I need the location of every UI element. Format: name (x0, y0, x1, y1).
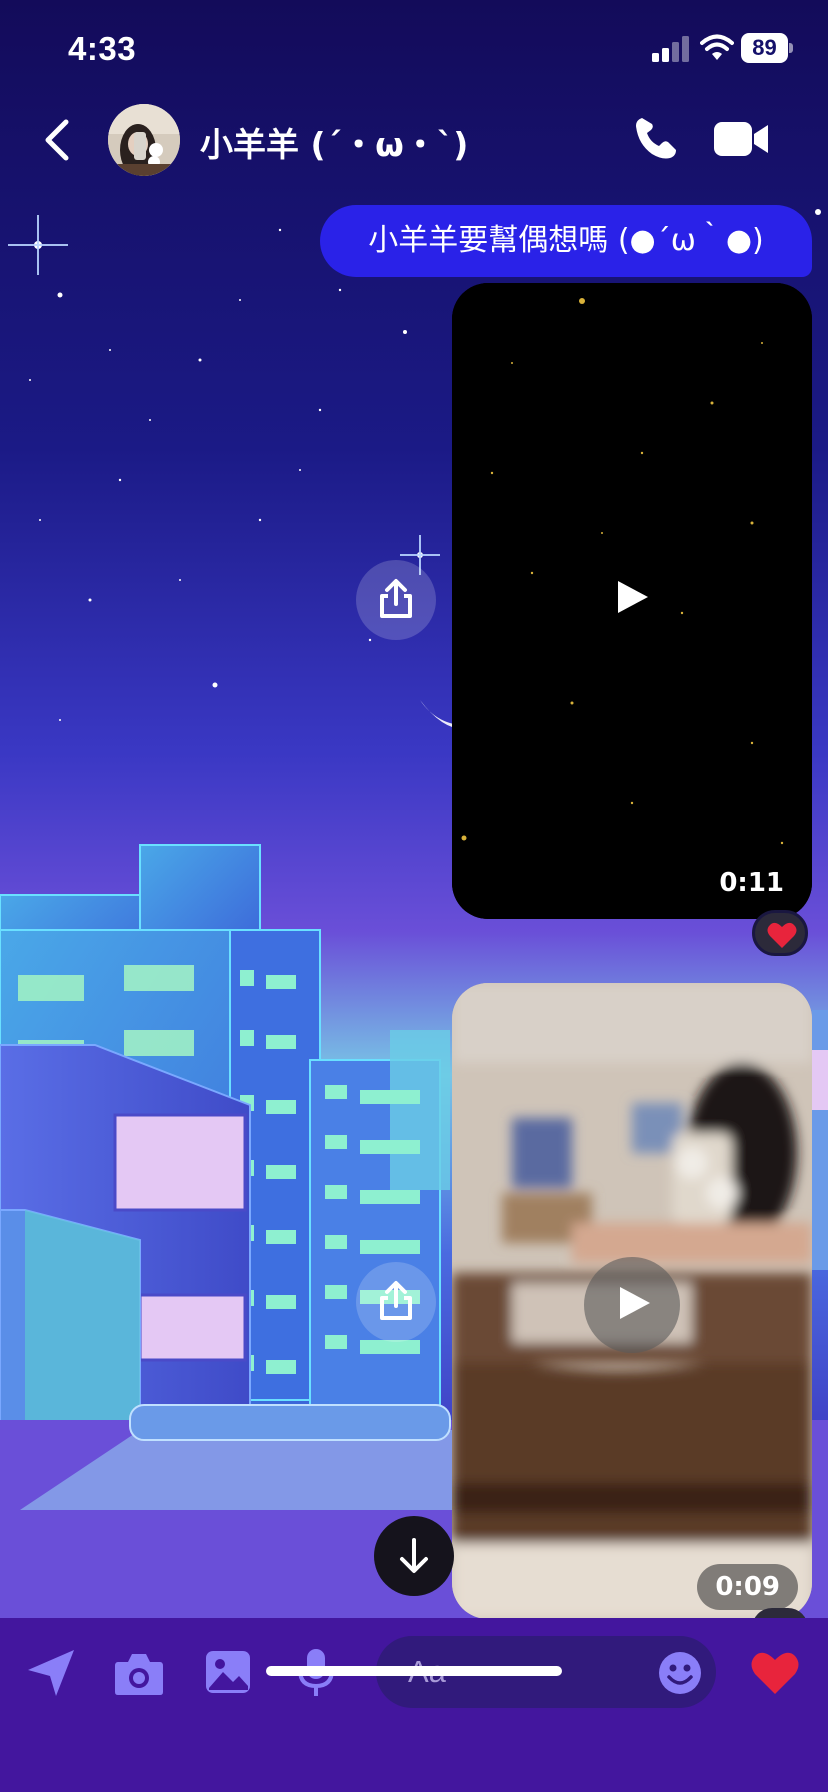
share-icon (380, 579, 412, 618)
battery-level: 89 (741, 33, 788, 63)
share-icon (380, 1281, 412, 1320)
arrow-down-icon (400, 1538, 428, 1573)
video-message[interactable]: 0:11 (452, 283, 812, 919)
play-button[interactable] (584, 1257, 680, 1353)
share-button[interactable] (356, 560, 436, 640)
play-icon (620, 1287, 650, 1319)
location-arrow-icon[interactable] (26, 1648, 76, 1698)
cellular-signal-icon (652, 36, 689, 62)
emoji-icon[interactable] (658, 1651, 702, 1695)
contact-avatar[interactable] (108, 104, 180, 176)
chat-header: 小羊羊 (´・ω・`) (0, 100, 828, 180)
video-duration: 0:09 (697, 1564, 798, 1610)
video-camera-icon[interactable] (714, 120, 770, 158)
heart-icon (767, 922, 797, 948)
video-duration: 0:11 (719, 868, 784, 898)
status-time: 4:33 (68, 30, 137, 67)
back-arrow-icon[interactable] (38, 118, 78, 162)
share-button[interactable] (356, 1262, 436, 1342)
battery-icon: 89 (741, 33, 793, 63)
video-message[interactable]: 0:09 (452, 983, 812, 1619)
gallery-icon[interactable] (205, 1650, 251, 1694)
camera-icon[interactable] (114, 1650, 164, 1696)
status-bar: 4:33 89 (0, 0, 828, 100)
phone-icon[interactable] (632, 114, 680, 162)
play-icon[interactable] (614, 579, 650, 615)
contact-name[interactable]: 小羊羊 (´・ω・`) (200, 118, 468, 166)
outgoing-text-message[interactable]: 小羊羊要幫偶想嗎 (●´ω｀●) (320, 205, 812, 277)
message-composer: Aa (0, 1618, 828, 1792)
heart-icon[interactable] (750, 1650, 800, 1696)
reaction-badge[interactable] (752, 910, 808, 956)
wifi-icon (700, 34, 734, 60)
scroll-to-bottom-button[interactable] (374, 1516, 454, 1596)
home-indicator (266, 1666, 562, 1676)
